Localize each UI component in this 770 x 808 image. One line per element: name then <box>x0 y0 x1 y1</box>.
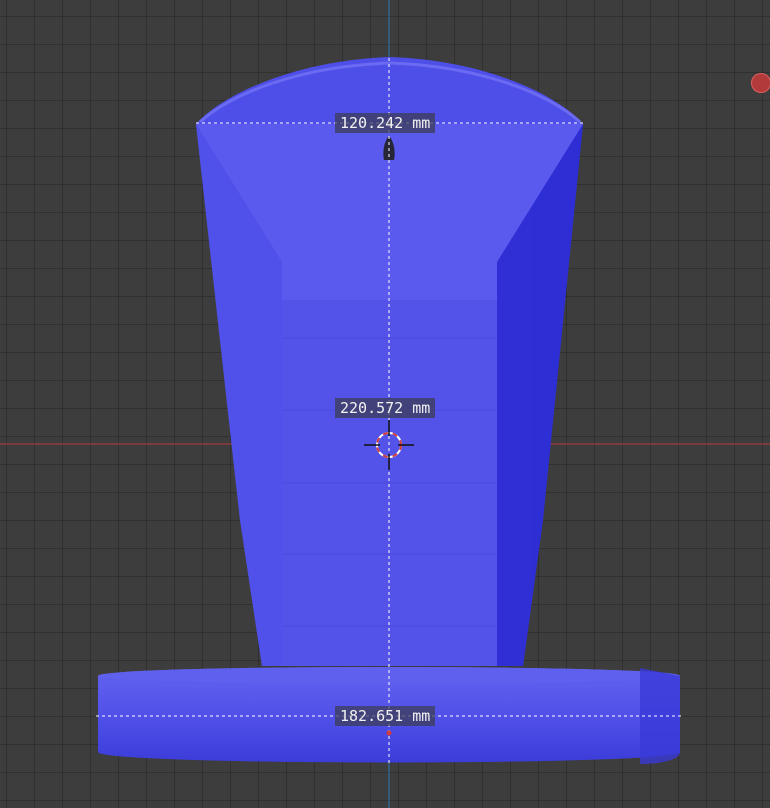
measure-height-label: 220.572 mm <box>335 398 436 418</box>
measure-base-width-label: 182.651 mm <box>335 706 436 726</box>
3d-viewport[interactable]: 120.242 mm 220.572 mm 182.651 mm <box>0 0 770 808</box>
measure-top-width-label: 120.242 mm <box>335 113 436 133</box>
model-base-top <box>98 667 680 684</box>
axis-gizmo-icon[interactable] <box>751 73 770 93</box>
origin-marker <box>386 730 392 736</box>
